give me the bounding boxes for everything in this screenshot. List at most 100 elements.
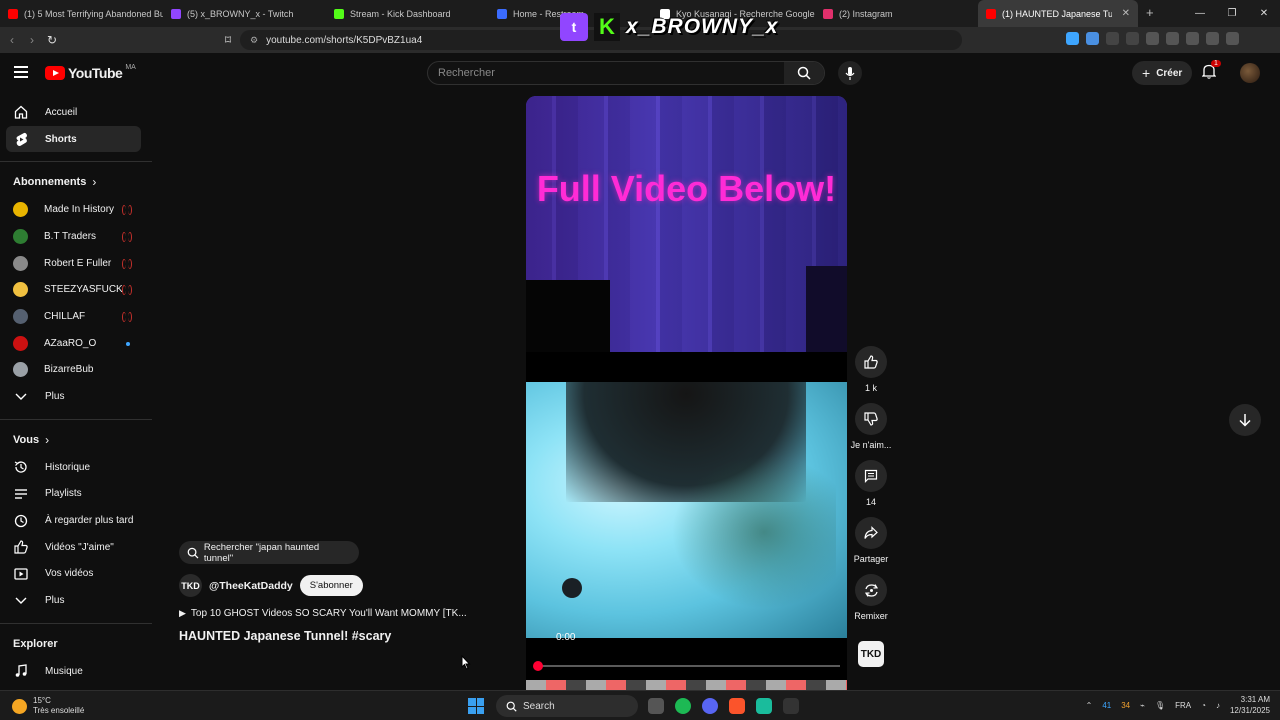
- remix-button[interactable]: [855, 574, 887, 606]
- like-button[interactable]: [855, 346, 887, 378]
- sidebar-item-thumb-up[interactable]: Vidéos "J'aime": [0, 534, 152, 561]
- short-video-player[interactable]: Full Video Below! 0:00: [526, 96, 847, 690]
- sidebar-item-shorts[interactable]: Shorts: [6, 125, 141, 153]
- playlist-link[interactable]: ▶ Top 10 GHOST Videos SO SCARY You'll Wa…: [179, 608, 467, 619]
- maximize-button[interactable]: ❐: [1216, 0, 1248, 27]
- network-icon[interactable]: ⌁: [1140, 701, 1145, 710]
- extension-icon[interactable]: [1206, 32, 1219, 45]
- tab-favicon-icon: [334, 8, 344, 19]
- extension-icon[interactable]: [1186, 32, 1199, 45]
- next-short-button[interactable]: [1229, 404, 1261, 436]
- browser-tab[interactable]: (2) Instagram: [815, 0, 978, 27]
- channel-row: TKD @TheeKatDaddy S'abonner: [179, 574, 467, 597]
- sidebar-item-more-subscriptions[interactable]: Plus: [0, 383, 152, 410]
- subscriptions-header[interactable]: Abonnements ›: [0, 168, 152, 196]
- extension-icon[interactable]: [1146, 32, 1159, 45]
- sound-channel-avatar[interactable]: TKD: [858, 641, 884, 667]
- windows-start-icon[interactable]: [468, 698, 484, 714]
- section-title: Abonnements: [13, 176, 87, 189]
- sidebar-item-chevron-down[interactable]: Plus: [0, 587, 152, 614]
- next-short-preview[interactable]: [526, 680, 847, 690]
- account-avatar[interactable]: [1240, 63, 1260, 83]
- clock-time: 3:31 AM: [1240, 695, 1270, 704]
- close-tab-icon[interactable]: ✕: [1122, 8, 1130, 19]
- app-icon[interactable]: [756, 698, 772, 714]
- extension-icon[interactable]: [1106, 32, 1119, 45]
- kick-logo-icon: K: [594, 13, 620, 41]
- browser-tab[interactable]: Stream - Kick Dashboard: [326, 0, 489, 27]
- sidebar-item-playlist[interactable]: Playlists: [0, 481, 152, 508]
- bookmark-icon[interactable]: ⌑: [218, 33, 238, 47]
- search-button[interactable]: [784, 62, 824, 84]
- subscription-item[interactable]: B.T Traders: [0, 223, 152, 250]
- active-tab[interactable]: (1) HAUNTED Japanese Tunnel ✕: [978, 0, 1138, 27]
- spotify-icon[interactable]: [675, 698, 691, 714]
- subscription-item[interactable]: CHILLAF: [0, 303, 152, 330]
- task-view-icon[interactable]: [648, 698, 664, 714]
- share-button[interactable]: [855, 517, 887, 549]
- create-button[interactable]: + Créer: [1132, 61, 1193, 85]
- browser-tab[interactable]: (5) x_BROWNY_x - Twitch: [163, 0, 326, 27]
- progress-bar[interactable]: [533, 661, 840, 671]
- subscription-item[interactable]: STEEZYASFUCK: [0, 276, 152, 303]
- back-button[interactable]: ‹: [2, 33, 22, 47]
- youtube-logo[interactable]: YouTube MA: [45, 63, 136, 81]
- speaker-icon[interactable]: ♪: [1216, 701, 1220, 710]
- clock[interactable]: 3:31 AM 12/31/2025: [1230, 694, 1270, 716]
- sidebar-item-label: Historique: [45, 461, 91, 473]
- sidebar-item-label: Accueil: [45, 106, 78, 118]
- forward-button[interactable]: ›: [22, 33, 42, 47]
- search-bar[interactable]: Rechercher: [427, 61, 825, 85]
- subscription-item[interactable]: Robert E Fuller: [0, 250, 152, 277]
- subscription-item[interactable]: AZaaRO_O: [0, 330, 152, 357]
- clock-icon: [13, 513, 29, 529]
- weather-widget[interactable]: 15°C Très ensoleillé: [12, 696, 84, 716]
- language-indicator[interactable]: FRA: [1175, 701, 1191, 710]
- you-header[interactable]: Vous ›: [0, 426, 152, 454]
- site-info-icon[interactable]: ⚙: [250, 35, 258, 46]
- notifications-button[interactable]: 1: [1201, 60, 1221, 84]
- subscription-item[interactable]: Made In History: [0, 196, 152, 223]
- channel-name[interactable]: @TheeKatDaddy: [209, 580, 293, 592]
- short-title[interactable]: HAUNTED Japanese Tunnel! #scary: [179, 629, 467, 643]
- close-window-button[interactable]: ✕: [1248, 0, 1280, 27]
- sidebar-item-clock[interactable]: À regarder plus tard: [0, 507, 152, 534]
- new-tab-button[interactable]: +: [1146, 5, 1154, 20]
- wifi-icon[interactable]: ◔: [1201, 701, 1206, 710]
- reload-button[interactable]: ↻: [42, 33, 62, 47]
- clock-date: 12/31/2025: [1229, 706, 1270, 715]
- brave-icon[interactable]: [729, 698, 745, 714]
- menu-icon[interactable]: [14, 66, 28, 78]
- dislike-label: Je n'aim...: [850, 440, 892, 450]
- related-search-chip[interactable]: Rechercher "japan haunted tunnel": [179, 541, 359, 564]
- extension-icon[interactable]: [1226, 32, 1239, 45]
- sidebar-item-history[interactable]: Historique: [0, 454, 152, 481]
- minimize-button[interactable]: —: [1184, 0, 1216, 27]
- extension-icon[interactable]: [1166, 32, 1179, 45]
- search-input[interactable]: Rechercher: [428, 67, 784, 79]
- extension-icon[interactable]: [1066, 32, 1079, 45]
- channel-avatar[interactable]: TKD: [179, 574, 202, 597]
- extension-icon[interactable]: [1126, 32, 1139, 45]
- sidebar-item-home[interactable]: Accueil: [0, 99, 152, 126]
- chevron-up-icon[interactable]: ⌃: [1086, 701, 1093, 710]
- epic-games-icon[interactable]: [783, 698, 799, 714]
- channel-avatar: [13, 335, 28, 351]
- taskbar-search[interactable]: Search: [496, 695, 638, 717]
- browser-tab[interactable]: (1) 5 Most Terrifying Abandoned Bu: [0, 0, 163, 27]
- sidebar-item-video[interactable]: Vos vidéos: [0, 561, 152, 588]
- microphone-icon[interactable]: 🎙︎: [1155, 701, 1165, 710]
- region-code: MA: [125, 63, 136, 71]
- progress-handle[interactable]: [533, 661, 543, 671]
- subscription-item[interactable]: BizarreBub: [0, 357, 152, 384]
- discord-icon[interactable]: [702, 698, 718, 714]
- sidebar-item-label: Musique: [45, 665, 83, 677]
- video-frame-top: Full Video Below!: [526, 96, 847, 352]
- chevron-right-icon: ›: [92, 175, 97, 190]
- subscribe-button[interactable]: S'abonner: [299, 575, 363, 596]
- comments-button[interactable]: [855, 460, 887, 492]
- sidebar-item-music[interactable]: Musique: [0, 658, 152, 685]
- voice-search-button[interactable]: [838, 61, 862, 85]
- dislike-button[interactable]: [855, 403, 887, 435]
- extension-icon[interactable]: [1086, 32, 1099, 45]
